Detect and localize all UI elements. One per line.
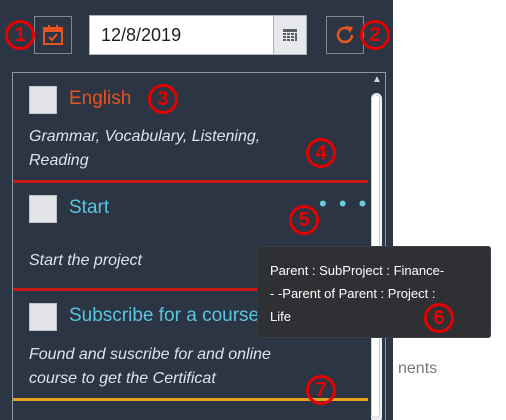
calendar-icon: [43, 25, 63, 45]
task-title[interactable]: Subscribe for a course: [69, 305, 259, 327]
refresh-button[interactable]: [326, 16, 364, 54]
date-picker-button[interactable]: [273, 16, 306, 54]
task-checkbox[interactable]: [29, 303, 57, 331]
task-title[interactable]: English: [69, 88, 131, 110]
task-checkbox[interactable]: [29, 195, 57, 223]
tooltip-line: Parent : SubProject : Finance-: [270, 263, 445, 278]
task-panel: 12/8/2019 English Grammar, Vocabulary, L…: [0, 0, 393, 420]
more-options-icon[interactable]: • • •: [319, 193, 369, 215]
task-description: Start the project: [29, 252, 142, 269]
annotation-marker-3: 3: [148, 84, 178, 114]
scroll-up-icon[interactable]: ▲: [372, 75, 382, 85]
calendar-button[interactable]: [34, 16, 72, 54]
task-separator: [13, 180, 369, 183]
task-description: Found and suscribe for and online course…: [29, 346, 271, 387]
annotation-marker-1: 1: [5, 20, 35, 50]
annotation-marker-2: 2: [360, 20, 390, 50]
refresh-icon: [336, 26, 354, 44]
task-checkbox[interactable]: [29, 86, 57, 114]
tooltip-line: - -Parent of Parent : Project :: [270, 286, 436, 301]
task-title[interactable]: Start: [69, 197, 109, 219]
task-description: Grammar, Vocabulary, Listening, Reading: [29, 128, 261, 169]
annotation-marker-6: 6: [424, 303, 454, 333]
parent-tooltip: Parent : SubProject : Finance- - -Parent…: [257, 246, 491, 338]
annotation-marker-7: 7: [306, 375, 336, 405]
date-picker[interactable]: 12/8/2019: [89, 15, 307, 55]
background-text: nents: [398, 360, 438, 377]
annotation-marker-4: 4: [306, 138, 336, 168]
calendar-grid-icon: [283, 29, 297, 41]
annotation-marker-5: 5: [289, 205, 319, 235]
date-input[interactable]: 12/8/2019: [90, 16, 273, 54]
